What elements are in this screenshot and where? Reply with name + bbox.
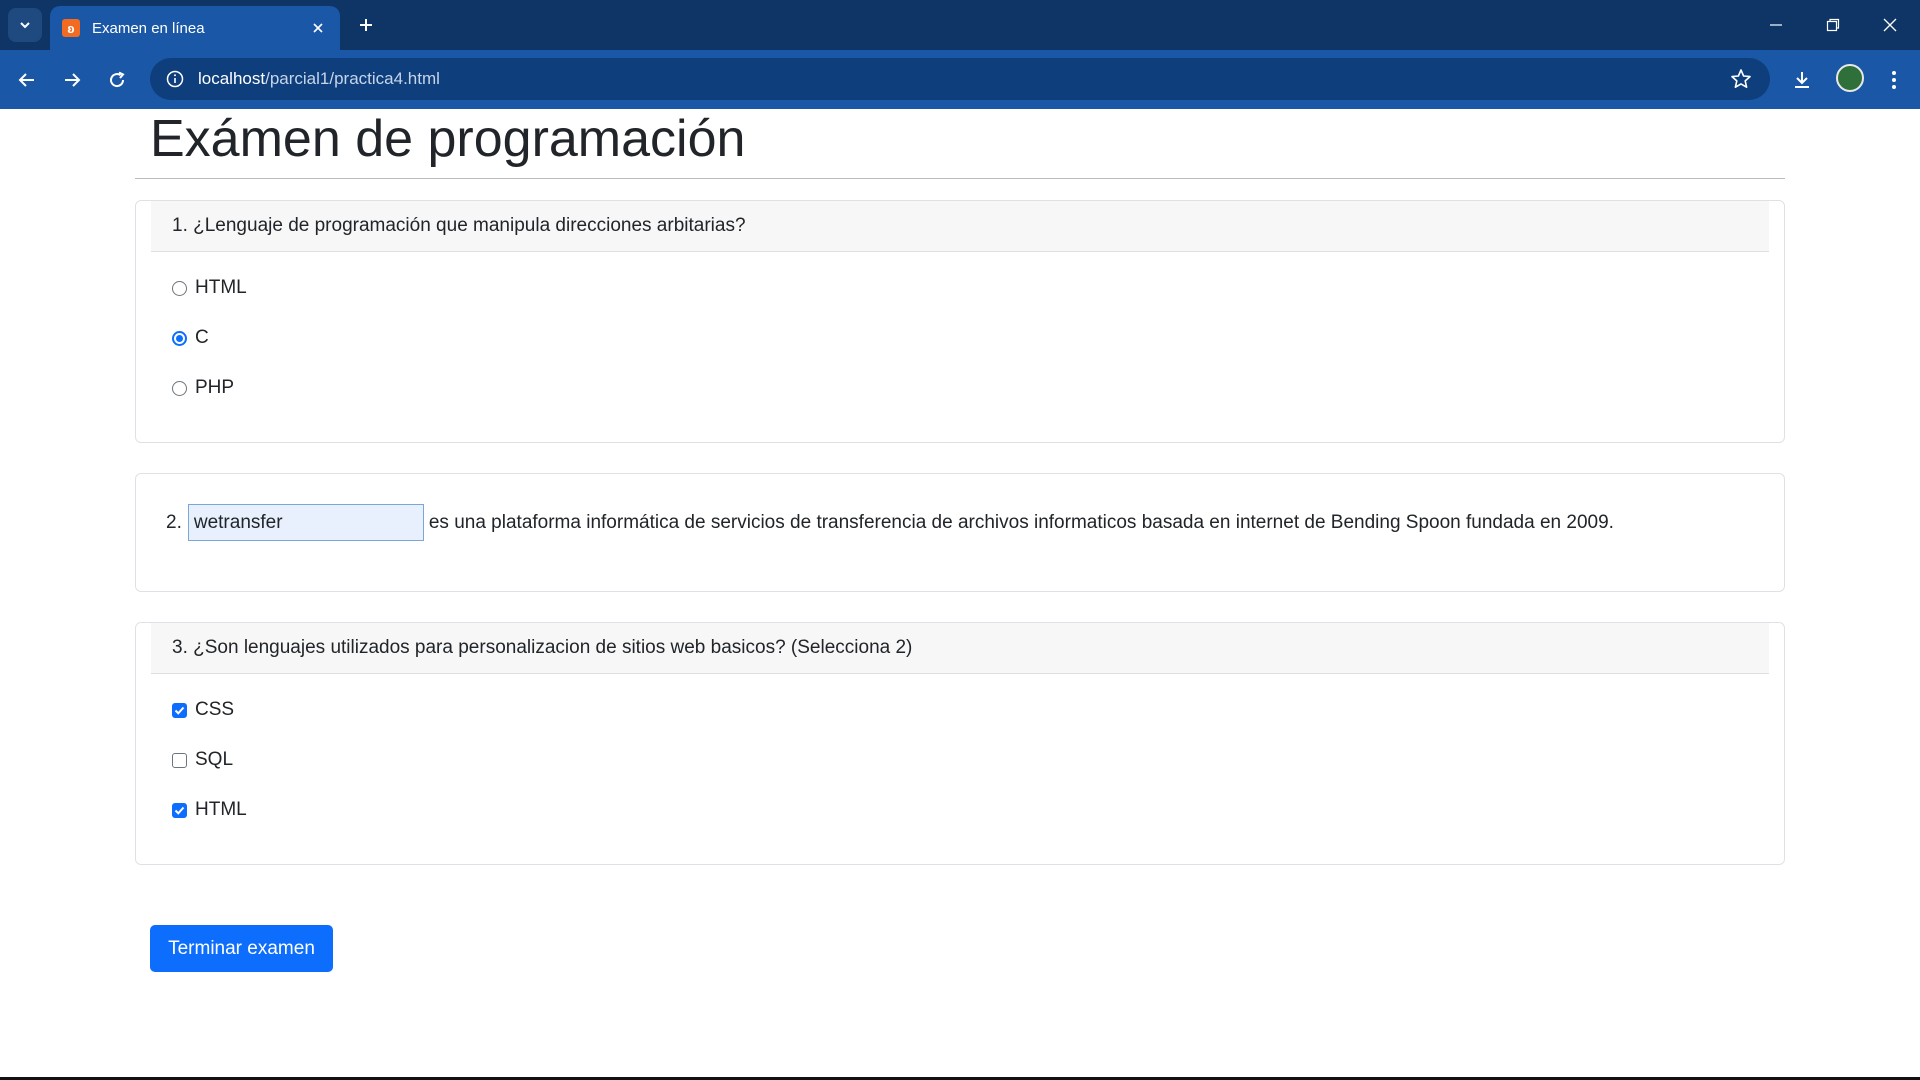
question-2-card: 2. es una plataforma informática de serv… [135,473,1785,592]
q1-radio-c[interactable] [172,330,187,346]
q3-option-css[interactable]: CSS [172,699,234,721]
profile-avatar[interactable] [1836,64,1864,92]
q1-option-html[interactable]: HTML [172,277,247,299]
q3-option-label: CSS [195,699,235,720]
question-2-sentence: es una plataforma informática de servici… [428,511,1614,533]
q1-option-c[interactable]: C [172,327,209,349]
q2-answer-input[interactable] [187,504,424,541]
question-2-row: 2. es una plataforma informática de serv… [166,504,1614,541]
forward-arrow-icon[interactable] [54,62,90,98]
q1-option-label: HTML [195,277,247,298]
question-1-card: 1. ¿Lenguaje de programación que manipul… [135,200,1785,443]
q3-option-html[interactable]: HTML [172,799,247,821]
checkmark-icon [174,706,185,715]
q1-option-label: C [195,327,209,348]
url-host: localhost [198,69,266,88]
q1-option-label: PHP [195,377,235,398]
bookmark-star-icon[interactable] [1730,68,1752,90]
xampp-favicon-icon: ʚ [62,19,80,37]
close-window-icon[interactable] [1862,0,1918,50]
minimize-icon[interactable] [1748,0,1804,50]
checkmark-icon [174,806,185,815]
q3-checkbox-sql[interactable] [172,752,187,768]
q3-option-label: SQL [195,749,234,770]
address-bar[interactable]: localhost/parcial1/practica4.html [150,58,1770,100]
question-1-header: 1. ¿Lenguaje de programación que manipul… [151,201,1769,252]
tab-close-icon[interactable] [308,18,328,38]
back-arrow-icon[interactable] [9,62,45,98]
restore-icon[interactable] [1805,0,1861,50]
question-2-number: 2. [166,511,182,533]
url-path: /parcial1/practica4.html [265,69,440,88]
finish-exam-button[interactable]: Terminar examen [150,925,333,972]
url-text: localhost/parcial1/practica4.html [198,69,440,89]
question-3-header: 3. ¿Son lenguajes utilizados para person… [151,623,1769,674]
more-menu-icon[interactable] [1876,62,1912,98]
q1-radio-php[interactable] [172,380,187,396]
tab-strip: ʚ Examen en línea [0,0,1920,50]
page-content: Exámen de programación 1. ¿Lenguaje de p… [0,109,1920,1080]
q3-checkbox-css[interactable] [172,702,187,718]
new-tab-plus-icon[interactable] [352,11,380,39]
question-3-card: 3. ¿Son lenguajes utilizados para person… [135,622,1785,865]
active-tab[interactable]: ʚ Examen en línea [50,6,340,50]
page-title: Exámen de programación [150,110,746,168]
q3-checkbox-html[interactable] [172,802,187,818]
tab-search-button[interactable] [8,8,42,42]
tab-title: Examen en línea [92,19,205,37]
q3-option-sql[interactable]: SQL [172,749,233,771]
site-info-icon[interactable] [164,68,186,90]
reload-icon[interactable] [99,62,135,98]
q1-option-php[interactable]: PHP [172,377,234,399]
chevron-down-icon [20,22,30,29]
q3-option-label: HTML [195,799,247,820]
title-divider [135,178,1785,179]
q1-radio-html[interactable] [172,280,187,296]
download-icon[interactable] [1784,62,1820,98]
